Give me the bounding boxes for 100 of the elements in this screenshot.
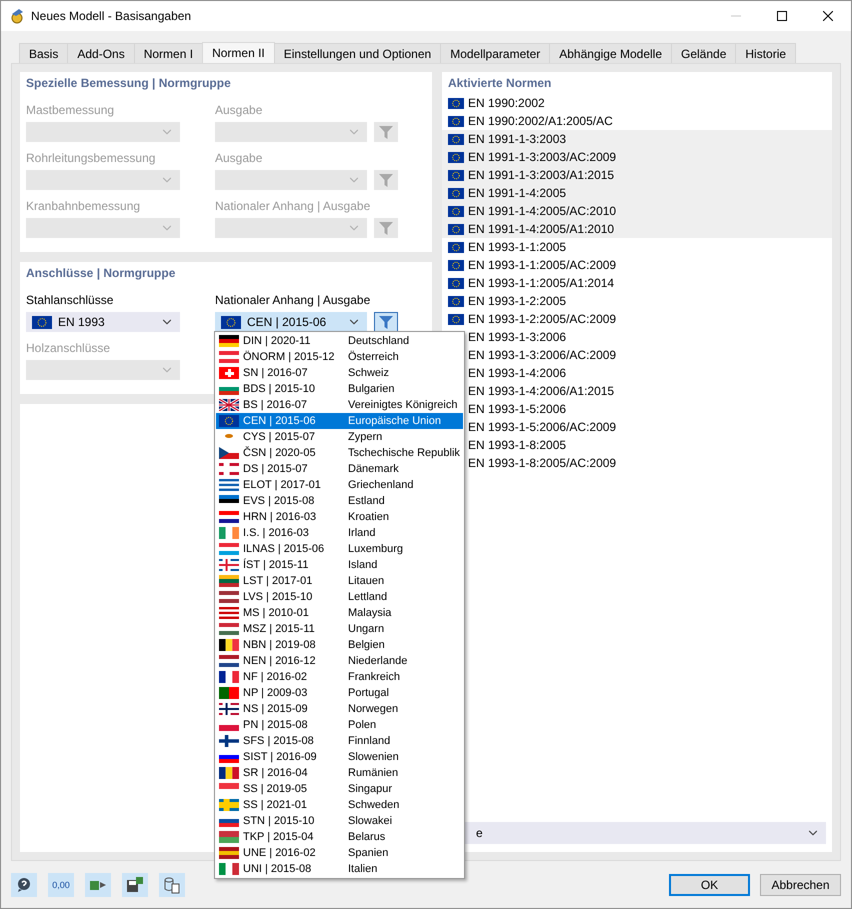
flag-icon	[219, 575, 239, 587]
dropdown-field[interactable]: EN 1993	[26, 312, 180, 332]
tab[interactable]: Modellparameter	[440, 43, 550, 63]
filter-icon	[379, 174, 393, 186]
field-label: Stahlanschlüsse	[26, 292, 114, 308]
dropdown-option[interactable]: SS | 2019-05 Singapur	[216, 781, 463, 797]
dropdown-option[interactable]: PN | 2015-08 Polen	[216, 717, 463, 733]
eu-flag-icon	[448, 296, 464, 306]
filter-button[interactable]	[374, 312, 398, 332]
section-title: Spezielle Bemessung | Normgruppe	[26, 76, 232, 92]
dropdown-option[interactable]: ÍST | 2015-11 Island	[216, 557, 463, 573]
dialog-button[interactable]: Abbrechen	[760, 874, 841, 896]
flag-icon	[219, 463, 239, 475]
dropdown-option[interactable]: NP | 2009-03 Portugal	[216, 685, 463, 701]
tab[interactable]: Normen I	[134, 43, 204, 63]
filter-icon	[379, 222, 393, 234]
dropdown-field[interactable]: CEN | 2015-06	[215, 312, 367, 332]
standard-item[interactable]: EN 1991-1-3:2003/AC:2009	[442, 148, 832, 166]
flag-icon	[219, 335, 239, 347]
flag-icon	[219, 607, 239, 619]
dropdown-option[interactable]: NEN | 2016-12 Niederlande	[216, 653, 463, 669]
flag-icon	[219, 831, 239, 843]
decimals-button[interactable]: 0,00	[48, 872, 74, 896]
dropdown-option[interactable]: ILNAS | 2015-06 Luxemburg	[216, 541, 463, 557]
dropdown-option[interactable]: ČSN | 2020-05 Tschechische Republik	[216, 445, 463, 461]
standard-item[interactable]: EN 1991-1-3:2003/A1:2015	[442, 166, 832, 184]
export-button[interactable]	[85, 872, 111, 896]
flag-icon	[219, 511, 239, 523]
dropdown-option[interactable]: UNE | 2016-02 Spanien	[216, 845, 463, 861]
dialog-button[interactable]: OK	[669, 874, 750, 896]
standard-item[interactable]: EN 1993-1-2:2005/AC:2009	[442, 310, 832, 328]
flag-icon	[219, 703, 239, 715]
field-label: Holzanschlüsse	[26, 340, 112, 356]
standard-item[interactable]: EN 1991-1-3:2003	[442, 130, 832, 148]
standard-item[interactable]: EN 1991-1-4:2005/A1:2010	[442, 220, 832, 238]
flag-icon	[219, 767, 239, 779]
dropdown-option[interactable]: I.S. | 2016-03 Irland	[216, 525, 463, 541]
dropdown-option[interactable]: CYS | 2015-07 Zypern	[216, 429, 463, 445]
dropdown-option[interactable]: NS | 2015-09 Norwegen	[216, 701, 463, 717]
flag-icon	[219, 847, 239, 859]
flag-icon	[219, 735, 239, 747]
eu-flag-icon	[448, 152, 464, 162]
section-title: Anschlüsse | Normgruppe	[26, 266, 176, 282]
flag-icon	[219, 799, 239, 811]
dropdown-option[interactable]: DS | 2015-07 Dänemark	[216, 461, 463, 477]
standard-item[interactable]: EN 1991-1-4:2005	[442, 184, 832, 202]
tab[interactable]: Basis	[19, 43, 68, 63]
filter-icon	[379, 126, 393, 138]
flag-icon	[219, 399, 239, 411]
database-button[interactable]	[159, 872, 185, 896]
close-icon	[823, 11, 833, 21]
flag-icon	[219, 687, 239, 699]
dropdown-option[interactable]: SIST | 2016-09 Slowenien	[216, 749, 463, 765]
flag-icon	[219, 559, 239, 571]
eu-flag-icon	[448, 134, 464, 144]
dropdown-option[interactable]: CEN | 2015-06 Europäische Union	[216, 413, 463, 429]
tab[interactable]: Normen II	[202, 42, 275, 63]
standard-item[interactable]: EN 1993-1-1:2005/AC:2009	[442, 256, 832, 274]
dropdown-option[interactable]: LST | 2017-01 Litauen	[216, 573, 463, 589]
dropdown-option[interactable]: SR | 2016-04 Rumänien	[216, 765, 463, 781]
dropdown-option[interactable]: NF | 2016-02 Frankreich	[216, 669, 463, 685]
field-label: Nationaler Anhang | Ausgabe	[215, 292, 372, 308]
dropdown-option[interactable]: ELOT | 2017-01 Griechenland	[216, 477, 463, 493]
dropdown-option[interactable]: SFS | 2015-08 Finnland	[216, 733, 463, 749]
tab[interactable]: Gelände	[671, 43, 736, 63]
tab[interactable]: Einstellungen und Optionen	[274, 43, 442, 63]
eu-flag-icon	[448, 206, 464, 216]
filter-icon	[379, 316, 393, 328]
standard-item[interactable]: EN 1993-1-1:2005/A1:2014	[442, 274, 832, 292]
dropdown-option[interactable]: MSZ | 2015-11 Ungarn	[216, 621, 463, 637]
dropdown-option[interactable]: MS | 2010-01 Malaysia	[216, 605, 463, 621]
standard-item[interactable]: EN 1990:2002	[442, 94, 832, 112]
dropdown-option[interactable]: EVS | 2015-08 Estland	[216, 493, 463, 509]
dropdown-option[interactable]: DIN | 2020-11 Deutschland	[216, 333, 463, 349]
save-button[interactable]	[122, 872, 148, 896]
eu-flag-icon	[448, 224, 464, 234]
field-label: Ausgabe	[215, 150, 264, 166]
eu-flag-icon	[448, 242, 464, 252]
tab[interactable]: Add-Ons	[67, 43, 135, 63]
standard-item[interactable]: EN 1993-1-2:2005	[442, 292, 832, 310]
dropdown-option[interactable]: ÖNORM | 2015-12 Österreich	[216, 349, 463, 365]
dropdown-option[interactable]: SS | 2021-01 Schweden	[216, 797, 463, 813]
dropdown-option[interactable]: UNI | 2015-08 Italien	[216, 861, 463, 877]
dropdown-option[interactable]: SN | 2016-07 Schweiz	[216, 365, 463, 381]
standard-item[interactable]: EN 1993-1-1:2005	[442, 238, 832, 256]
dropdown-option[interactable]: HRN | 2016-03 Kroatien	[216, 509, 463, 525]
flag-icon	[219, 351, 239, 363]
dropdown-option[interactable]: BS | 2016-07 Vereinigtes Königreich	[216, 397, 463, 413]
standard-item[interactable]: EN 1991-1-4:2005/AC:2010	[442, 202, 832, 220]
tab[interactable]: Historie	[735, 43, 796, 63]
field-label: Mastbemessung	[26, 102, 116, 118]
eu-flag-icon	[32, 316, 52, 328]
field-label: Ausgabe	[215, 102, 264, 118]
standard-item[interactable]: EN 1990:2002/A1:2005/AC	[442, 112, 832, 130]
dropdown-option[interactable]: BDS | 2015-10 Bulgarien	[216, 381, 463, 397]
dropdown-option[interactable]: LVS | 2015-10 Lettland	[216, 589, 463, 605]
dropdown-option[interactable]: NBN | 2019-08 Belgien	[216, 637, 463, 653]
help-button[interactable]	[11, 872, 37, 896]
tab[interactable]: Abhängige Modelle	[549, 43, 672, 63]
flag-icon	[219, 863, 239, 875]
